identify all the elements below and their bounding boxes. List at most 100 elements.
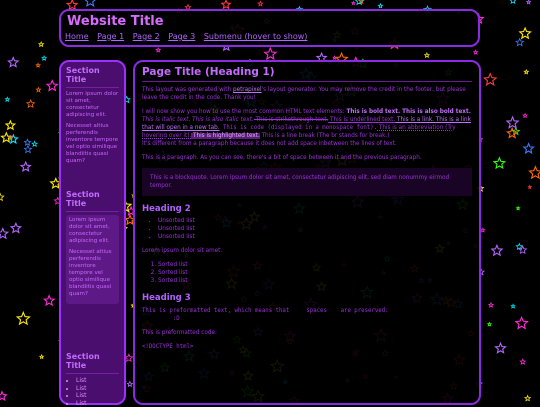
- highlighted-text: This is highlighted text.: [191, 133, 260, 139]
- paragraph: This is a paragraph. As you can see, the…: [142, 154, 472, 162]
- star-decoration: [481, 228, 485, 232]
- italic-text: This is italic text.: [142, 117, 190, 123]
- star-decoration: [265, 48, 276, 59]
- main-nav: Home Page 1 Page 2 Page 3 Submenu (hover…: [65, 32, 313, 41]
- star-decoration: [510, 0, 516, 3]
- list-item: Unsorted list: [158, 233, 472, 241]
- star-decoration: [156, 48, 160, 52]
- list-item: List: [76, 400, 119, 407]
- star-decoration: [24, 146, 31, 153]
- star-decoration: [85, 0, 96, 6]
- list-item: List: [76, 392, 119, 400]
- paragraph: Lorem ipsum dolor sit amet.: [142, 247, 472, 255]
- main-content: Page Title (Heading 1) This layout was g…: [133, 60, 481, 405]
- list-item: Unsorted list: [158, 217, 472, 225]
- nav-link-page-3[interactable]: Page 3: [168, 32, 195, 41]
- paragraph: This is preformatted code:: [142, 329, 472, 337]
- star-decoration: [17, 312, 29, 324]
- list-item: List: [76, 377, 119, 385]
- list-item: List: [76, 385, 119, 393]
- elements-paragraph: I will now show you how to use the most …: [142, 108, 472, 148]
- star-decoration: [516, 317, 528, 328]
- list-item: Sorted list: [158, 277, 472, 285]
- star-decoration: [25, 139, 31, 145]
- star-decoration: [258, 1, 263, 5]
- star-decoration: [507, 117, 518, 128]
- heading-3: Heading 3: [142, 293, 472, 303]
- list-item: Unsorted list: [158, 225, 472, 233]
- heading-2: Heading 2: [142, 204, 472, 214]
- sidebar: Section Title Lorem ipsum dolor sit amet…: [59, 60, 126, 405]
- star-decoration: [8, 58, 18, 67]
- star-decoration: [528, 186, 531, 189]
- star-decoration: [21, 162, 30, 171]
- star-decoration: [484, 74, 496, 85]
- sidebar-inner-box: Lorem ipsum dolor sit amet, consectetur …: [66, 215, 119, 304]
- star-decoration: [5, 97, 9, 101]
- sidebar-section-title: Section Title: [66, 352, 119, 370]
- sidebar-section-2: Section Title Lorem ipsum dolor sit amet…: [61, 190, 124, 308]
- nav-link-home[interactable]: Home: [65, 32, 89, 41]
- star-decoration: [0, 229, 8, 239]
- star-decoration: [525, 396, 530, 401]
- sidebar-text: Lorem ipsum dolor sit amet, consectetur …: [66, 91, 119, 119]
- site-header: Website Title Home Page 1 Page 2 Page 3 …: [59, 9, 480, 47]
- star-decoration: [36, 88, 40, 92]
- star-decoration: [222, 0, 230, 8]
- list-item: Sorted list: [158, 261, 472, 269]
- star-decoration: [519, 246, 526, 253]
- nav-link-page-1[interactable]: Page 1: [97, 32, 124, 41]
- underlined-text: This is underlined text.: [328, 117, 395, 123]
- star-decoration: [516, 39, 524, 46]
- star-decoration: [378, 4, 382, 8]
- divider: [66, 87, 119, 88]
- star-decoration: [530, 167, 540, 178]
- sidebar-section-title: Section Title: [66, 190, 119, 208]
- star-decoration: [494, 158, 505, 168]
- star-decoration: [127, 382, 132, 387]
- star-decoration: [524, 70, 528, 74]
- star-decoration: [474, 50, 478, 54]
- star-decoration: [496, 343, 506, 353]
- star-decoration: [520, 359, 525, 364]
- star-decoration: [523, 114, 527, 118]
- sidebar-text: Necesset altius perferendis inventore te…: [66, 123, 119, 165]
- star-decoration: [517, 207, 520, 210]
- star-decoration: [492, 245, 502, 255]
- star-decoration: [39, 42, 44, 46]
- star-decoration: [42, 56, 46, 60]
- strikethrough-text: This is strikethrough text.: [254, 117, 328, 123]
- star-decoration: [11, 223, 21, 232]
- credit-link[interactable]: petrapixel: [233, 87, 262, 93]
- sorted-list: Sorted list Sorted list Sorted list: [142, 261, 472, 285]
- unsorted-list: Unsorted list Unsorted list Unsorted lis…: [142, 217, 472, 241]
- star-decoration: [27, 100, 35, 107]
- nav-link-page-2[interactable]: Page 2: [133, 32, 160, 41]
- star-decoration: [32, 141, 37, 146]
- bold-text: This is bold text.: [346, 109, 400, 115]
- star-decoration: [511, 304, 515, 308]
- star-decoration: [67, 0, 77, 9]
- line-break-text: It's different from a paragraph because …: [142, 141, 397, 147]
- sidebar-section-1: Section Title Lorem ipsum dolor sit amet…: [61, 66, 124, 169]
- page-title: Page Title (Heading 1): [142, 66, 472, 78]
- list-item: Sorted list: [158, 269, 472, 277]
- star-decoration: [44, 296, 54, 305]
- nav-link-submenu[interactable]: Submenu (hover to show): [204, 32, 308, 41]
- star-decoration: [125, 354, 132, 361]
- line-break-text: This is a line break (The br stands for …: [260, 133, 390, 139]
- star-decoration: [352, 2, 355, 5]
- inline-code: This is code (displayed in a monospace f…: [220, 125, 378, 131]
- star-decoration: [40, 355, 44, 359]
- star-decoration: [527, 0, 531, 4]
- blockquote: This is a blockquote. Lorem ipsum dolor …: [142, 168, 472, 196]
- example-link[interactable]: This is a link.: [395, 117, 434, 123]
- star-decoration: [520, 28, 531, 38]
- site-title: Website Title: [67, 14, 164, 29]
- sidebar-list: List List List List: [66, 377, 119, 407]
- bold-text: This is also bold text.: [400, 109, 471, 115]
- star-decoration: [0, 392, 6, 400]
- sidebar-text: Lorem ipsum dolor sit amet, consectetur …: [69, 217, 116, 245]
- elements-lead: I will now show you how to use the most …: [142, 109, 346, 115]
- star-decoration: [507, 128, 517, 137]
